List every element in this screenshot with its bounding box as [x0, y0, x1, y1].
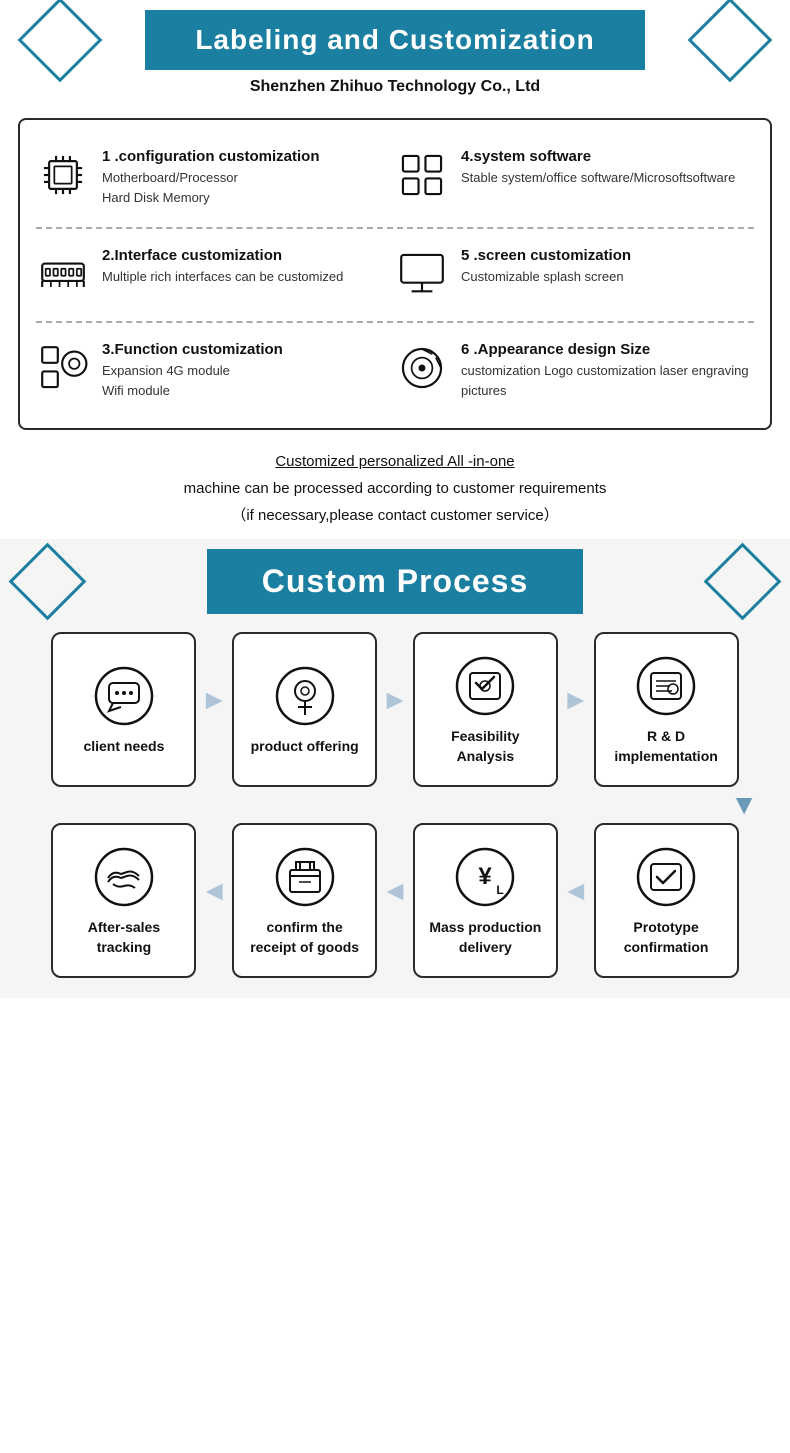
custom-text-3: 3.Function customization Expansion 4G mo…: [102, 341, 283, 400]
handshake-icon: [93, 846, 155, 908]
custom-desc-3: Expansion 4G moduleWifi module: [102, 361, 283, 400]
card-label-rd: R & D implementation: [604, 727, 729, 766]
process-card-after-sales: After-sales tracking: [51, 823, 196, 978]
card-label-product-offering: product offering: [251, 737, 359, 757]
card-label-after-sales: After-sales tracking: [61, 918, 186, 957]
header-diamonds: Labeling and Customization: [0, 10, 790, 70]
svg-text:L: L: [497, 883, 504, 897]
box-icon: [274, 846, 336, 908]
process-row-2: After-sales tracking ◄ confirm the recei…: [0, 823, 790, 978]
process-diamonds: Custom Process: [0, 549, 790, 614]
arrow-right-3: ►: [558, 684, 594, 716]
card-label-mass-production: Mass production delivery: [423, 918, 548, 957]
custom-desc-2: Multiple rich interfaces can be customiz…: [102, 267, 343, 287]
custom-title-1: 1 .configuration customization: [102, 148, 320, 165]
process-card-confirm-receipt: confirm the receipt of goods: [232, 823, 377, 978]
company-subtitle: Shenzhen Zhihuo Technology Co., Ltd: [0, 78, 790, 96]
custom-text-5: 5 .screen customization Customizable spl…: [461, 247, 631, 287]
arrow-right-1: ►: [196, 684, 232, 716]
process-title-box: Custom Process: [207, 549, 584, 614]
process-card-prototype: Prototype confirmation: [594, 823, 739, 978]
custom-title-6: 6 .Appearance design Size: [461, 341, 754, 358]
chip-icon: [36, 148, 90, 202]
header-section: Labeling and Customization Shenzhen Zhih…: [0, 0, 790, 118]
custom-title-5: 5 .screen customization: [461, 247, 631, 264]
diamond-left-icon: [18, 0, 103, 82]
card-label-client-needs: client needs: [83, 737, 164, 757]
custom-row-3: 3.Function customization Expansion 4G mo…: [36, 321, 754, 414]
process-card-client-needs: client needs: [51, 632, 196, 787]
process-section: Custom Process client needs ►: [0, 539, 790, 998]
settings-check-icon: [454, 655, 516, 717]
chat-icon: [93, 665, 155, 727]
card-label-prototype: Prototype confirmation: [604, 918, 729, 957]
custom-text-1: 1 .configuration customization Motherboa…: [102, 148, 320, 207]
custom-row-2: 2.Interface customization Multiple rich …: [36, 227, 754, 315]
arrow-left-2: ◄: [377, 875, 413, 907]
arrow-left-3: ◄: [558, 875, 594, 907]
apps-icon: [395, 148, 449, 202]
customization-box: 1 .configuration customization Motherboa…: [18, 118, 772, 430]
page-title: Labeling and Customization: [195, 24, 594, 56]
header-title-box: Labeling and Customization: [145, 10, 644, 70]
process-card-feasibility: Feasibility Analysis: [413, 632, 558, 787]
rd-icon: [635, 655, 697, 717]
arrow-down-icon: ▼: [0, 787, 790, 823]
process-card-mass-production: ¥ L Mass production delivery: [413, 823, 558, 978]
process-title: Custom Process: [262, 563, 529, 600]
monitor-icon: [395, 247, 449, 301]
custom-item-6: 6 .Appearance design Size customization …: [395, 341, 754, 400]
process-card-rd: R & D implementation: [594, 632, 739, 787]
custom-item-3: 3.Function customization Expansion 4G mo…: [36, 341, 395, 400]
desc-line3: （if necessary,please contact customer se…: [30, 502, 760, 529]
custom-item-2: 2.Interface customization Multiple rich …: [36, 247, 395, 301]
custom-text-4: 4.system software Stable system/office s…: [461, 148, 735, 188]
arrow-left-1: ◄: [196, 875, 232, 907]
extensions-icon: [36, 341, 90, 395]
process-row-1: client needs ► product offering ►: [0, 622, 790, 787]
custom-desc-4: Stable system/office software/Microsofts…: [461, 168, 735, 188]
custom-title-3: 3.Function customization: [102, 341, 283, 358]
process-header: Custom Process: [0, 539, 790, 622]
custom-item-4: 4.system software Stable system/office s…: [395, 148, 754, 202]
svg-text:¥: ¥: [479, 863, 493, 890]
hdd-icon: [395, 341, 449, 395]
custom-text-2: 2.Interface customization Multiple rich …: [102, 247, 343, 287]
card-label-confirm-receipt: confirm the receipt of goods: [242, 918, 367, 957]
custom-item-5: 5 .screen customization Customizable spl…: [395, 247, 754, 301]
arrow-right-2: ►: [377, 684, 413, 716]
description-section: Customized personalized All -in-one mach…: [0, 430, 790, 539]
custom-desc-1: Motherboard/ProcessorHard Disk Memory: [102, 168, 320, 207]
process-card-product-offering: product offering: [232, 632, 377, 787]
custom-desc-6: customization Logo customization laser e…: [461, 361, 754, 400]
diamond-right-icon: [688, 0, 773, 82]
custom-row-1: 1 .configuration customization Motherboa…: [36, 138, 754, 221]
ram-icon: [36, 247, 90, 301]
desc-underline: Customized personalized All -in-one: [275, 453, 514, 470]
checkbox-icon: [635, 846, 697, 908]
desc-line1: Customized personalized All -in-one: [30, 448, 760, 475]
custom-item-1: 1 .configuration customization Motherboa…: [36, 148, 395, 207]
card-label-feasibility: Feasibility Analysis: [423, 727, 548, 766]
desc-line2: machine can be processed according to cu…: [30, 475, 760, 502]
yen-icon: ¥ L: [454, 846, 516, 908]
proc-diamond-right-icon: [704, 543, 782, 621]
custom-title-2: 2.Interface customization: [102, 247, 343, 264]
custom-desc-5: Customizable splash screen: [461, 267, 631, 287]
proc-diamond-left-icon: [9, 543, 87, 621]
custom-title-4: 4.system software: [461, 148, 735, 165]
custom-text-6: 6 .Appearance design Size customization …: [461, 341, 754, 400]
award-icon: [274, 665, 336, 727]
